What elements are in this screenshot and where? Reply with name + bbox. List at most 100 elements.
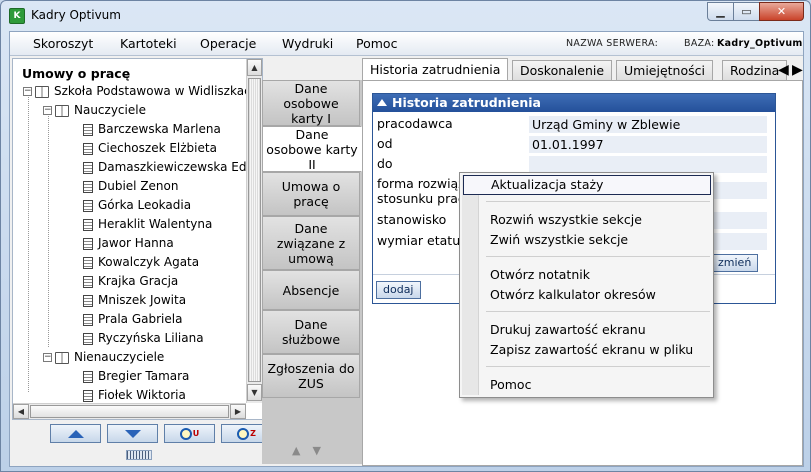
vtab-personal-1[interactable]: Dane osobowe karty I [262,80,360,126]
scroll-down-icon[interactable]: ▼ [247,384,262,401]
tree-node-employee[interactable]: Bregier Tamara [83,367,189,386]
tree-node-label: Damaszkiewiczewska Edyta [98,160,263,174]
tree-node-label: Jawor Hanna [98,236,174,250]
menu-kartoteki[interactable]: Kartoteki [120,36,177,51]
tree-node-label: Fiołek Wiktoria [98,388,186,402]
ctx-open-period-calculator[interactable]: Otwórz kalkulator okresów [463,285,711,305]
document-icon [83,161,93,174]
ctx-collapse-all[interactable]: Zwiń wszystkie sekcje [463,230,711,250]
tree-node-employee[interactable]: Damaszkiewiczewska Edyta [83,158,263,177]
window-controls: ▁ ▭ ✕ [707,2,804,21]
menu-operacje[interactable]: Operacje [200,36,256,51]
tab-scroll-left-icon[interactable]: ◀ [778,62,789,78]
minimize-icon[interactable]: ▁ [707,2,734,21]
book-icon [35,85,49,98]
close-icon[interactable]: ✕ [759,2,804,21]
document-icon [83,199,93,212]
scroll-left-icon[interactable]: ◀ [13,404,29,419]
splitter-grip[interactable] [126,450,152,460]
ctx-open-notepad[interactable]: Otwórz notatnik [463,265,711,285]
tab-skills[interactable]: Umiejętności [616,60,713,81]
title-bar[interactable]: K Kadry Optivum ▁ ▭ ✕ [1,1,810,31]
vtab-contract[interactable]: Umowa o pracę [262,172,360,216]
document-icon [83,313,93,326]
tree-node-employee[interactable]: Krajka Gracja [83,272,178,291]
vtab-personal-2[interactable]: Dane osobowe karty II [262,126,362,172]
vtab-zus[interactable]: Zgłoszenia do ZUS [262,354,360,398]
tab-employment-history[interactable]: Historia zatrudnienia [362,58,509,82]
field-value [529,156,767,173]
document-icon [83,275,93,288]
tab-scroll-right-icon[interactable]: ▶ [792,62,803,78]
tree-node-employee[interactable]: Górka Leokadia [83,196,191,215]
menu-bar: Skoroszyt Kartoteki Operacje Wydruki Pom… [10,32,803,56]
search-icon [237,427,250,440]
tree-node-employee[interactable]: Mniszek Jowita [83,291,186,310]
tree-horizontal-scrollbar[interactable]: ◀ ▶ [13,403,246,419]
add-button[interactable]: dodaj [376,281,421,299]
context-menu: Aktualizacja staży Rozwiń wszystkie sekc… [459,172,714,398]
tree-node-label: Barczewska Marlena [98,122,221,136]
app-window: K Kadry Optivum ▁ ▭ ✕ Skoroszyt Kartotek… [0,0,811,472]
collapse-icon[interactable]: − [43,353,52,362]
collapse-icon[interactable]: − [43,106,52,115]
tree-vertical-scrollbar[interactable]: ▲ ▼ [246,59,262,403]
scroll-right-icon[interactable]: ▶ [230,404,246,419]
vtab-absences[interactable]: Absencje [262,270,360,310]
move-up-button[interactable] [50,424,101,443]
tree-node-employee[interactable]: Ryczyńska Liliana [83,329,204,348]
tree-node-school[interactable]: − Szkoła Podstawowa w Widliszkach [23,82,258,101]
tree-node-employee[interactable]: Ciechoszek Elżbieta [83,139,217,158]
server-label: NAZWA SERWERA: [566,38,659,49]
tree-guide-line [48,111,49,347]
tree-node-group[interactable]: − Nienauczyciele [43,348,164,367]
document-icon [83,256,93,269]
ctx-save-screen[interactable]: Zapisz zawartość ekranu w pliku [463,340,711,360]
section-header[interactable]: Historia zatrudnienia [373,94,775,112]
tree-node-employee[interactable]: Kowalczyk Agata [83,253,199,272]
maximize-icon[interactable]: ▭ [733,2,760,21]
move-down-button[interactable] [107,424,158,443]
document-icon [83,237,93,250]
tree-node-employee[interactable]: Heraklit Walentyna [83,215,212,234]
menu-pomoc[interactable]: Pomoc [356,36,397,51]
tree-guide-line [28,92,29,392]
document-icon [83,332,93,345]
ctx-print-screen[interactable]: Drukuj zawartość ekranu [463,320,711,340]
collapse-section-icon [377,99,387,106]
field-value: Urząd Gminy w Zblewie [529,116,767,133]
tab-training[interactable]: Doskonalenie [512,60,613,81]
ctx-update-seniority[interactable]: Aktualizacja staży [463,175,711,195]
db-value: Kadry_Optivum [717,38,803,49]
vtab-contract-data[interactable]: Dane związane z umową [262,216,360,270]
ctx-expand-all[interactable]: Rozwiń wszystkie sekcje [463,210,711,230]
scrollbar-thumb[interactable] [248,78,261,382]
tree-node-label: Krajka Gracja [98,274,179,288]
document-icon [83,180,93,193]
scrollbar-thumb[interactable] [30,405,229,418]
ctx-help[interactable]: Pomoc [463,375,711,395]
change-button[interactable]: zmień [711,254,759,272]
scroll-up-icon[interactable]: ▲ [247,59,262,76]
window-title: Kadry Optivum [31,8,121,22]
tree-node-label: Kowalczyk Agata [98,255,200,269]
tree-node-group[interactable]: − Nauczyciele [43,101,146,120]
tree-node-employee[interactable]: Jawor Hanna [83,234,174,253]
vtab-service-data[interactable]: Dane służbowe [262,310,360,354]
document-icon [83,123,93,136]
tree-node-label: Prala Gabriela [98,312,183,326]
tree-node-employee[interactable]: Prala Gabriela [83,310,182,329]
vertical-tab-strip: Dane osobowe karty I Dane osobowe karty … [262,80,362,464]
search-u-button[interactable]: U [164,424,215,443]
book-icon [55,104,69,117]
collapse-icon[interactable]: − [23,87,32,96]
tree-node-employee[interactable]: Barczewska Marlena [83,120,221,139]
menu-wydruki[interactable]: Wydruki [282,36,333,51]
menu-skoroszyt[interactable]: Skoroszyt [33,36,93,51]
tree-node-label: Nienauczyciele [74,350,165,364]
tree-node-label: Ciechoszek Elżbieta [98,141,217,155]
vtab-scroll-arrows[interactable]: ▲▼ [292,444,333,457]
tree-node-label: Heraklit Walentyna [98,217,213,231]
tree-node-label: Nauczyciele [74,103,146,117]
tree-node-employee[interactable]: Dubiel Zenon [83,177,178,196]
